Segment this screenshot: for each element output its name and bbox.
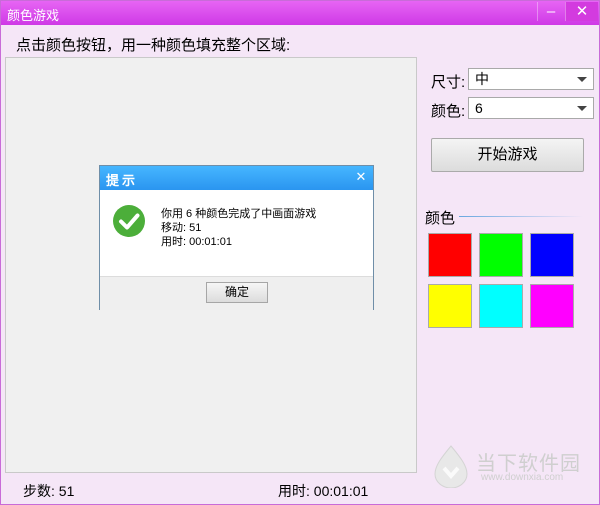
- watermark-url: www.downxia.com: [481, 472, 564, 483]
- ok-button[interactable]: 确定: [206, 282, 268, 303]
- close-button[interactable]: ✕: [565, 2, 598, 21]
- dialog-title-bar[interactable]: 提示 ✕: [100, 166, 373, 190]
- color-swatch-red[interactable]: [428, 233, 472, 277]
- success-check-icon: [112, 204, 146, 243]
- minimize-button[interactable]: –: [537, 2, 564, 21]
- chevron-down-icon: [577, 106, 587, 111]
- color-swatch-blue[interactable]: [530, 233, 574, 277]
- color-swatch-magenta[interactable]: [530, 284, 574, 328]
- color-swatch-green[interactable]: [479, 233, 523, 277]
- dialog-close-icon[interactable]: ✕: [353, 169, 369, 185]
- dialog-time: 用时: 00:01:01: [161, 236, 232, 248]
- window-title: 颜色游戏: [7, 8, 60, 23]
- color-count-select-value: 6: [475, 100, 483, 116]
- dialog-footer: 确定: [100, 276, 373, 310]
- steps-status: 步数: 51: [23, 483, 75, 499]
- size-select-value: 中: [475, 71, 489, 87]
- main-window: 颜色游戏 – ✕ 点击颜色按钮，用一种颜色填充整个区域: 尺寸: 中 颜色: 6…: [0, 0, 600, 505]
- color-swatch-cyan[interactable]: [479, 284, 523, 328]
- chevron-down-icon: [577, 77, 587, 82]
- completion-dialog: 提示 ✕ 你用 6 种颜色完成了中画面游戏 移动: 51 用时: 00:01:0…: [99, 165, 374, 310]
- size-label: 尺寸:: [431, 74, 466, 91]
- close-icon: ✕: [575, 3, 589, 20]
- color-count-select[interactable]: 6: [468, 97, 594, 119]
- color-label: 颜色:: [431, 103, 466, 120]
- color-swatch-yellow[interactable]: [428, 284, 472, 328]
- palette-divider: [459, 216, 583, 217]
- palette-title: 颜色: [425, 210, 456, 227]
- instruction-text: 点击颜色按钮，用一种颜色填充整个区域:: [16, 37, 291, 54]
- dialog-body: 你用 6 种颜色完成了中画面游戏 移动: 51 用时: 00:01:01: [100, 190, 373, 276]
- start-game-button[interactable]: 开始游戏: [431, 138, 584, 172]
- dialog-title: 提示: [106, 173, 139, 188]
- watermark-logo: [431, 444, 471, 493]
- minimize-icon: –: [546, 3, 556, 20]
- size-select[interactable]: 中: [468, 68, 594, 90]
- time-status: 用时: 00:01:01: [278, 483, 369, 499]
- title-bar[interactable]: 颜色游戏 – ✕: [1, 1, 599, 25]
